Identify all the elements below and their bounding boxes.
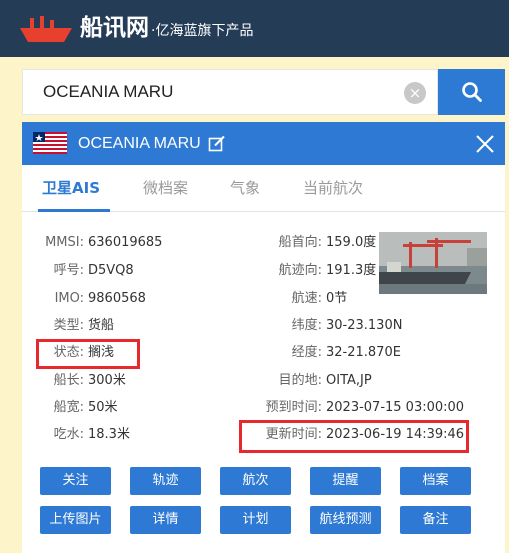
edit-icon[interactable]: [208, 135, 226, 153]
field-label: 船宽:: [53, 400, 84, 415]
field-label: 呼号:: [53, 263, 84, 278]
field-value: 9860568: [88, 291, 146, 306]
field-label: 航速:: [291, 291, 322, 306]
field-mmsi: MMSI: 636019685: [22, 232, 222, 254]
field-label: 目的地:: [278, 373, 322, 388]
field-value: OITA,JP: [326, 373, 372, 388]
panel-tabs: 卫星AIS 微档案 气象 当前航次: [22, 165, 505, 212]
field-heading: 船首向: 159.0度: [222, 232, 382, 254]
field-draught: 吃水: 18.3米: [22, 424, 222, 446]
field-value: 货船: [88, 318, 115, 333]
reminder-button[interactable]: 提醒: [310, 467, 381, 495]
field-speed: 航速: 0节: [222, 288, 382, 310]
field-label: 预到时间:: [265, 400, 322, 415]
close-icon[interactable]: [474, 133, 496, 155]
archive-button[interactable]: 档案: [400, 467, 471, 495]
field-longitude: 经度: 32-21.870E: [222, 342, 502, 364]
boat-logo-icon: [20, 16, 72, 42]
field-value: 2023-07-15 03:00:00: [326, 400, 465, 415]
details-button[interactable]: 详情: [130, 506, 201, 534]
ship-name-title: OCEANIA MARU: [78, 135, 201, 152]
liberia-flag-icon: [33, 132, 67, 154]
field-label: 船首向:: [278, 235, 322, 250]
field-latitude: 纬度: 30-23.130N: [222, 315, 502, 337]
panel-header: OCEANIA MARU: [22, 122, 505, 165]
field-value: 159.0度: [326, 235, 377, 250]
field-label: 经度:: [291, 345, 322, 360]
tab-satellite-ais[interactable]: 卫星AIS: [42, 165, 100, 212]
ship-info-panel: OCEANIA MARU 卫星AIS 微档案 气象 当前航次 MMSI: 636…: [22, 122, 505, 553]
field-value: 300米: [88, 373, 126, 388]
logo-title: 船讯网: [80, 15, 149, 41]
site-logo[interactable]: 船讯网 ·亿海蓝旗下产品: [80, 12, 253, 47]
field-value: 50米: [88, 400, 118, 415]
field-imo: IMO: 9860568: [22, 288, 222, 310]
search-box: ×: [22, 69, 438, 115]
notes-button[interactable]: 备注: [400, 506, 471, 534]
field-value: D5VQ8: [88, 263, 134, 278]
field-label: 纬度:: [291, 318, 322, 333]
field-destination: 目的地: OITA,JP: [222, 370, 502, 392]
field-value: 0节: [326, 291, 348, 306]
field-label: 航迹向:: [278, 263, 322, 278]
field-value: 636019685: [88, 235, 163, 250]
track-button[interactable]: 轨迹: [130, 467, 201, 495]
tab-weather[interactable]: 气象: [230, 165, 260, 212]
field-label: 类型:: [53, 318, 84, 333]
voyage-button[interactable]: 航次: [220, 467, 291, 495]
field-callsign: 呼号: D5VQ8: [22, 260, 222, 282]
field-eta: 预到时间: 2023-07-15 03:00:00: [222, 397, 502, 419]
field-type: 类型: 货船: [22, 315, 222, 337]
top-bar: 船讯网 ·亿海蓝旗下产品: [0, 0, 509, 57]
search-input[interactable]: [23, 70, 393, 114]
tab-current-voyage[interactable]: 当前航次: [303, 165, 363, 212]
search-button[interactable]: [438, 69, 505, 115]
status-highlight-box: [36, 339, 140, 369]
tab-micro-archive[interactable]: 微档案: [143, 165, 188, 212]
field-course: 航迹向: 191.3度: [222, 260, 382, 282]
field-length: 船长: 300米: [22, 370, 222, 392]
plan-button[interactable]: 计划: [220, 506, 291, 534]
field-value: 191.3度: [326, 263, 377, 278]
clear-search-icon[interactable]: ×: [404, 82, 426, 104]
route-prediction-button[interactable]: 航线预测: [310, 506, 381, 534]
field-value: 32-21.870E: [326, 345, 401, 360]
update-time-highlight-box: [239, 420, 469, 453]
field-value: 18.3米: [88, 427, 130, 442]
field-value: 30-23.130N: [326, 318, 403, 333]
field-label: MMSI:: [45, 235, 84, 250]
follow-button[interactable]: 关注: [40, 467, 111, 495]
field-label: IMO:: [54, 291, 84, 306]
field-label: 船长:: [53, 373, 84, 388]
search-icon: [461, 82, 482, 102]
ship-photo[interactable]: [379, 232, 487, 294]
field-label: 吃水:: [53, 427, 84, 442]
logo-subtitle: ·亿海蓝旗下产品: [151, 23, 254, 39]
field-beam: 船宽: 50米: [22, 397, 222, 419]
upload-photo-button[interactable]: 上传图片: [40, 506, 111, 534]
active-tab-indicator: [38, 209, 110, 212]
